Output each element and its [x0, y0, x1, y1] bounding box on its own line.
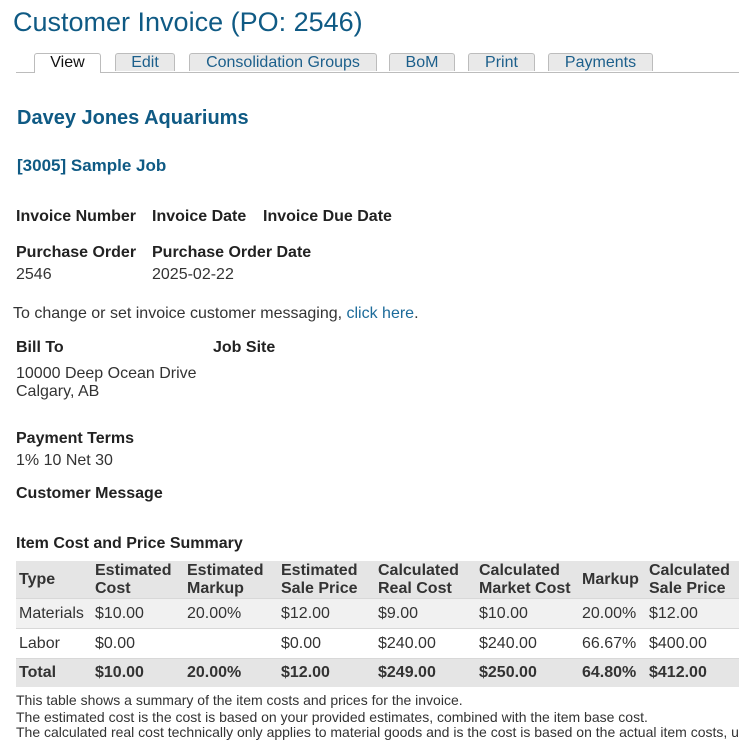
messaging-text: To change or set invoice customer messag…	[13, 305, 419, 323]
col-header-type: Type	[16, 561, 92, 599]
invoice-number-label: Invoice Number	[16, 208, 137, 225]
purchase-order-date-label: Purchase Order Date	[152, 244, 312, 261]
table-cell: Materials	[16, 598, 92, 629]
purchase-order-label: Purchase Order	[16, 244, 137, 261]
table-cell: 20.00%	[579, 598, 646, 629]
tab-consolidation-groups[interactable]: Consolidation Groups	[189, 53, 377, 71]
summary-note-2: The estimated cost is the cost is based …	[16, 709, 648, 725]
bill-to-address-line2: Calgary, AB	[16, 383, 100, 400]
table-cell	[184, 628, 278, 659]
job-name: [3005] Sample Job	[17, 156, 167, 175]
table-total-row: Total $10.00 20.00% $12.00 $249.00 $250.…	[16, 658, 739, 687]
job-site-label: Job Site	[213, 339, 276, 356]
table-cell: 20.00%	[184, 598, 278, 629]
table-row: Materials $10.00 20.00% $12.00 $9.00 $10…	[16, 598, 739, 629]
table-cell: $0.00	[92, 628, 184, 659]
table-cell: 64.80%	[579, 658, 646, 687]
purchase-order-date-value: 2025-02-22	[152, 266, 234, 283]
messaging-prefix: To change or set invoice customer messag…	[13, 305, 347, 322]
invoice-due-date-label: Invoice Due Date	[263, 208, 392, 225]
table-cell: $240.00	[476, 628, 579, 659]
cost-price-summary-table: Type Estimated Cost Estimated Markup Estim…	[16, 561, 739, 687]
table-cell: 20.00%	[184, 658, 278, 687]
messaging-click-here-link[interactable]: click here	[347, 305, 415, 322]
customer-message-label: Customer Message	[16, 485, 163, 502]
page-title: Customer Invoice (PO: 2546)	[13, 7, 363, 37]
table-cell: $10.00	[476, 598, 579, 629]
col-header-calculated-market-cost: Calculated Market Cost	[476, 561, 579, 599]
col-header-estimated-cost: Estimated Cost	[92, 561, 184, 599]
col-header-calculated-sale-price: Calculated Sale Price	[646, 561, 739, 599]
table-cell: $240.00	[375, 628, 476, 659]
table-cell: $12.00	[646, 598, 739, 629]
bill-to-address-line1: 10000 Deep Ocean Drive	[16, 365, 197, 382]
table-cell: $0.00	[278, 628, 375, 659]
payment-terms-label: Payment Terms	[16, 430, 134, 447]
tab-print[interactable]: Print	[468, 53, 535, 71]
table-cell: Labor	[16, 628, 92, 659]
table-cell: $249.00	[375, 658, 476, 687]
table-cell: 66.67%	[579, 628, 646, 659]
invoice-date-label: Invoice Date	[152, 208, 247, 225]
table-cell: $12.00	[278, 658, 375, 687]
messaging-suffix: .	[414, 305, 419, 322]
table-cell: $9.00	[375, 598, 476, 629]
table-row: Labor $0.00 $0.00 $240.00 $240.00 66.67%…	[16, 628, 739, 659]
col-header-calculated-real-cost: Calculated Real Cost	[375, 561, 476, 599]
summary-note-1: This table shows a summary of the item c…	[16, 692, 463, 708]
table-cell: $250.00	[476, 658, 579, 687]
table-cell: $412.00	[646, 658, 739, 687]
purchase-order-value: 2546	[16, 266, 52, 283]
col-header-markup: Markup	[579, 561, 646, 599]
col-header-estimated-sale-price: Estimated Sale Price	[278, 561, 375, 599]
table-cell: Total	[16, 658, 92, 687]
tab-view[interactable]: View	[34, 53, 101, 73]
summary-title: Item Cost and Price Summary	[16, 535, 243, 552]
summary-note-3: The calculated real cost technically onl…	[16, 724, 739, 740]
tab-bom[interactable]: BoM	[389, 53, 455, 71]
company-name: Davey Jones Aquariums	[17, 107, 249, 129]
tab-payments[interactable]: Payments	[548, 53, 653, 71]
table-cell: $10.00	[92, 658, 184, 687]
col-header-estimated-markup: Estimated Markup	[184, 561, 278, 599]
table-header-row: Type Estimated Cost Estimated Markup Estim…	[16, 561, 739, 599]
payment-terms-value: 1% 10 Net 30	[16, 452, 113, 469]
tab-bar: View Edit Consolidation Groups BoM Print…	[16, 53, 739, 73]
bill-to-label: Bill To	[16, 339, 64, 356]
tab-edit[interactable]: Edit	[115, 53, 175, 71]
table-cell: $12.00	[278, 598, 375, 629]
table-cell: $10.00	[92, 598, 184, 629]
table-cell: $400.00	[646, 628, 739, 659]
